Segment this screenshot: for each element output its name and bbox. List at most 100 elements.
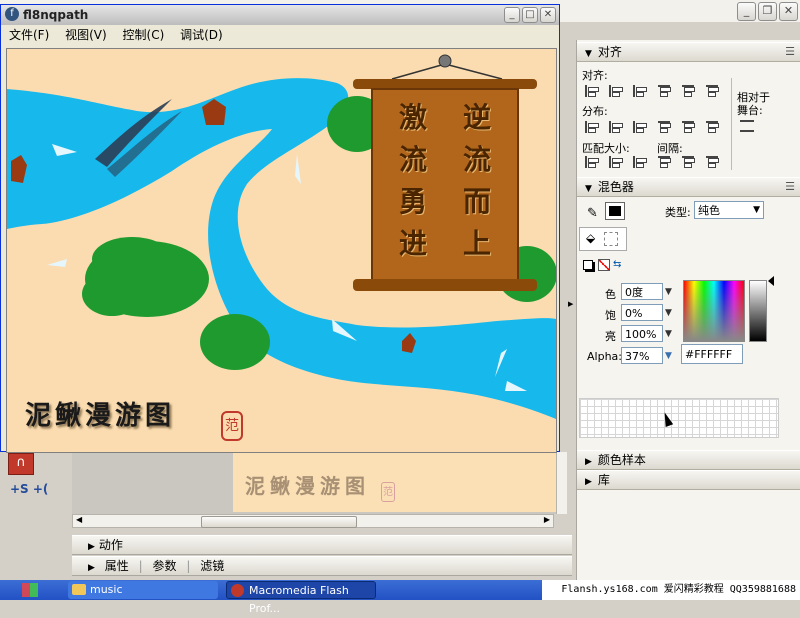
panel-menu-icon[interactable]: ☰ xyxy=(785,43,795,61)
menu-debug[interactable]: 调试(D) xyxy=(180,28,223,42)
scroll-character: 激 xyxy=(399,101,428,134)
player-menubar: 文件(F) 视图(V) 控制(C) 调试(D) xyxy=(1,25,559,45)
align-vcenter-icon[interactable] xyxy=(681,156,695,168)
align-top-icon[interactable] xyxy=(657,156,671,168)
restore-icon[interactable]: ❐ xyxy=(758,2,777,21)
align-top-icon[interactable] xyxy=(657,85,671,97)
align-bottom-icon[interactable] xyxy=(705,121,719,133)
align-bottom-icon[interactable] xyxy=(705,85,719,97)
sat-input[interactable]: 0% xyxy=(621,304,663,321)
chevron-down-icon[interactable]: ▼ xyxy=(665,351,672,361)
menu-control[interactable]: 控制(C) xyxy=(123,28,165,42)
menu-view[interactable]: 视图(V) xyxy=(65,28,107,42)
fill-bucket-icon[interactable]: ⬙ xyxy=(586,231,595,245)
scroll-text-left: 激流勇进 xyxy=(399,97,429,265)
expand-triangle-icon: ▶ xyxy=(585,457,592,467)
brightness-pointer-icon[interactable] xyxy=(768,276,774,286)
folder-icon xyxy=(72,584,86,595)
align-top-icon[interactable] xyxy=(657,121,671,133)
color-spectrum[interactable] xyxy=(683,280,745,342)
taskbar: music Macromedia Flash Prof... Flansh.ys… xyxy=(0,580,800,615)
map-title: 泥鳅漫游图 xyxy=(25,401,176,431)
expand-triangle-icon: ▶ xyxy=(88,563,95,573)
align-label: 对齐: xyxy=(582,69,608,82)
color-preview-swatch xyxy=(579,398,779,438)
align-hcenter-icon[interactable] xyxy=(609,156,623,168)
properties-panel-header[interactable]: ▶ 属性 | 参数 | 滤镜 xyxy=(72,556,572,576)
swap-colors-icon[interactable]: ⇆ xyxy=(613,259,621,270)
alpha-input[interactable]: 37% xyxy=(621,347,663,364)
close-icon[interactable]: ✕ xyxy=(779,2,798,21)
brightness-slider[interactable] xyxy=(749,280,767,342)
panel-menu-icon[interactable]: ☰ xyxy=(785,178,795,196)
scroll-right-icon[interactable]: ▶ xyxy=(544,515,550,524)
tab-separator: | xyxy=(138,559,143,573)
align-hcenter-icon[interactable] xyxy=(609,121,623,133)
bright-label: 亮 xyxy=(605,330,616,343)
tab-properties[interactable]: 属性 xyxy=(105,559,129,573)
magnet-icon[interactable]: ∩ xyxy=(8,453,34,475)
player-maximize-icon[interactable]: □ xyxy=(522,7,538,23)
tool-options[interactable]: +S +( xyxy=(10,482,48,496)
vertical-scrollbar[interactable] xyxy=(556,452,567,514)
expand-triangle-icon: ▶ xyxy=(88,542,95,552)
align-left-icon[interactable] xyxy=(585,156,599,168)
fill-color-swatch[interactable] xyxy=(604,232,618,246)
minimize-icon[interactable]: _ xyxy=(737,2,756,21)
no-color-icon[interactable] xyxy=(598,259,610,271)
bright-input[interactable]: 100% xyxy=(621,325,663,342)
task-music[interactable]: music xyxy=(68,581,218,599)
chevron-down-icon[interactable]: ▼ xyxy=(665,329,672,339)
task-flash[interactable]: Macromedia Flash Prof... xyxy=(226,581,376,615)
mixer-panel-header[interactable]: ▼ 混色器 ☰ xyxy=(577,177,800,197)
actions-panel-header[interactable]: ▶ 动作 xyxy=(72,535,572,555)
tab-filters[interactable]: 滤镜 xyxy=(200,559,224,573)
horizontal-scrollbar[interactable]: ◀ ▶ xyxy=(72,514,554,528)
chevron-down-icon[interactable]: ▼ xyxy=(665,287,672,297)
resize-grip[interactable] xyxy=(380,528,430,534)
align-left-icon[interactable] xyxy=(585,121,599,133)
scroll-character: 流 xyxy=(399,143,428,176)
scroll-character: 流 xyxy=(463,143,492,176)
align-right-icon[interactable] xyxy=(633,121,647,133)
align-right-icon[interactable] xyxy=(633,85,647,97)
to-stage-icon[interactable] xyxy=(740,120,754,132)
type-select[interactable]: 纯色 ▼ xyxy=(694,201,764,219)
align-vcenter-icon[interactable] xyxy=(681,85,695,97)
expand-triangle-icon: ▶ xyxy=(585,477,592,487)
distribute-label: 分布: xyxy=(582,105,608,118)
scroll-left-icon[interactable]: ◀ xyxy=(76,515,82,524)
splitter-arrow-icon: ▶ xyxy=(568,300,574,308)
align-panel-header[interactable]: ▼ 对齐 ☰ xyxy=(577,42,800,62)
flash-app-icon xyxy=(231,584,244,597)
align-bottom-icon[interactable] xyxy=(705,156,719,168)
tab-parameters[interactable]: 参数 xyxy=(152,559,176,573)
library-panel-header[interactable]: ▶ 库 xyxy=(577,470,800,490)
align-divider xyxy=(731,78,732,170)
match-size-label: 匹配大小: xyxy=(582,142,630,155)
black-white-icon[interactable] xyxy=(583,260,593,270)
type-select-value: 纯色 xyxy=(698,204,720,217)
scroll-thumb[interactable] xyxy=(201,516,357,528)
swatches-panel-header[interactable]: ▶ 颜色样本 xyxy=(577,450,800,470)
player-close-icon[interactable]: ✕ xyxy=(540,7,556,23)
menu-file[interactable]: 文件(F) xyxy=(9,28,49,42)
hue-input[interactable]: 0度 xyxy=(621,283,663,300)
align-right-icon[interactable] xyxy=(633,156,647,168)
align-vcenter-icon[interactable] xyxy=(681,121,695,133)
player-minimize-icon[interactable]: _ xyxy=(504,7,520,23)
stroke-pencil-icon: ✎ xyxy=(587,206,598,221)
windows-logo-icon[interactable] xyxy=(22,583,38,597)
scroll-character: 勇 xyxy=(399,185,428,218)
hue-label: 色 xyxy=(605,288,616,301)
player-stage: 激流勇进 逆流而上 泥鳅漫游图 范 xyxy=(6,48,557,453)
align-hcenter-icon[interactable] xyxy=(609,85,623,97)
stroke-color-swatch[interactable] xyxy=(605,202,625,220)
flash-player-window: f fl8nqpath _ □ ✕ 文件(F) 视图(V) 控制(C) 调试(D… xyxy=(0,4,560,453)
chevron-down-icon[interactable]: ▼ xyxy=(665,308,672,318)
scroll-bottom-rod xyxy=(353,279,537,291)
stage-map-title: 泥鳅漫游图 xyxy=(245,474,370,498)
hex-input[interactable]: #FFFFFF xyxy=(681,344,743,364)
align-left-icon[interactable] xyxy=(585,85,599,97)
scroll-text-right: 逆流而上 xyxy=(463,97,493,265)
